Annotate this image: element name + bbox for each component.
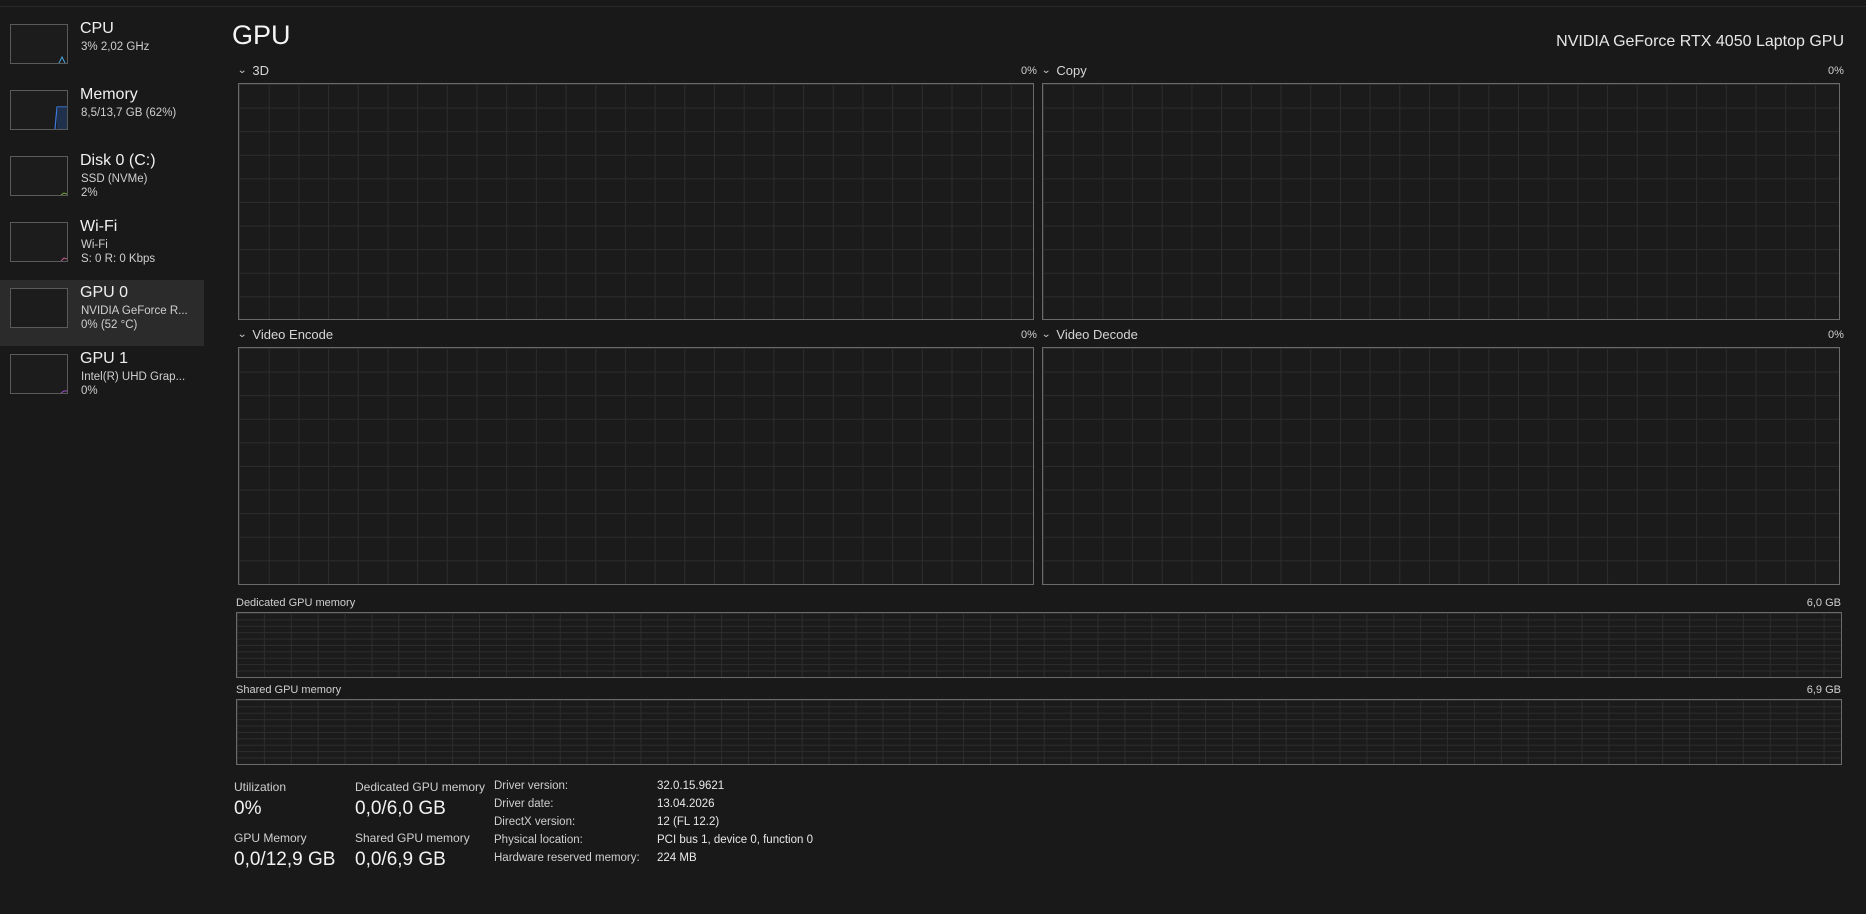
title-bar-divider — [0, 6, 1866, 7]
chevron-down-icon: ⌄ — [1041, 329, 1052, 340]
hardware-reserved-memory-value: 224 MB — [657, 852, 697, 864]
sidebar-item-subtitle: NVIDIA GeForce R... — [81, 305, 188, 317]
dedicated-memory-chart-max: 6,0 GB — [1806, 597, 1841, 609]
sidebar-item-wifi[interactable]: Wi-Fi Wi-Fi S: 0 R: 0 Kbps — [0, 214, 204, 280]
sidebar-item-title: GPU 0 — [80, 284, 129, 301]
engine-graph-3d — [238, 83, 1034, 320]
dedicated-memory-chart-label: Dedicated GPU memory — [236, 597, 356, 609]
engine-name: Copy — [1056, 63, 1087, 78]
sidebar-item-disk[interactable]: Disk 0 (C:) SSD (NVMe) 2% — [0, 148, 204, 214]
engine-percent: 0% — [1828, 329, 1844, 341]
engine-percent: 0% — [1828, 65, 1844, 77]
sidebar-item-subtitle: Wi-Fi — [81, 239, 108, 251]
shared-memory-label: Shared GPU memory — [355, 831, 470, 845]
performance-sidebar: CPU 3% 2,02 GHz Memory 8,5/13,7 GB (62%)… — [0, 16, 204, 412]
driver-version-value: 32.0.15.9621 — [657, 780, 725, 792]
utilization-value: 0% — [234, 798, 262, 819]
sidebar-item-title: Disk 0 (C:) — [80, 152, 156, 169]
driver-date-value: 13.04.2026 — [657, 798, 715, 810]
sidebar-item-subtitle: 3% 2,02 GHz — [81, 41, 150, 53]
shared-memory-graph — [236, 699, 1842, 765]
memory-thumbnail-graph — [10, 90, 68, 130]
engine-selector-3d[interactable]: ⌄ 3D — [237, 63, 270, 78]
cpu-thumbnail-graph — [10, 24, 68, 64]
dedicated-memory-label: Dedicated GPU memory — [355, 780, 486, 794]
sidebar-item-subtitle: Intel(R) UHD Grap... — [81, 371, 186, 383]
directx-version-label: DirectX version: — [494, 816, 576, 828]
gpu-memory-value: 0,0/12,9 GB — [234, 849, 336, 870]
physical-location-value: PCI bus 1, device 0, function 0 — [657, 834, 813, 846]
engine-name: 3D — [252, 63, 270, 78]
shared-memory-chart-label: Shared GPU memory — [236, 684, 342, 696]
sidebar-item-title: GPU 1 — [80, 350, 129, 367]
sidebar-item-detail: 2% — [81, 187, 98, 199]
page-title: GPU — [232, 20, 291, 50]
shared-memory-value: 0,0/6,9 GB — [355, 849, 446, 870]
engine-graph-copy — [1042, 83, 1840, 320]
gpu-memory-label: GPU Memory — [234, 831, 307, 845]
wifi-thumbnail-graph — [10, 222, 68, 262]
sidebar-item-title: Memory — [80, 86, 138, 103]
driver-date-label: Driver date: — [494, 798, 554, 810]
sidebar-item-detail: S: 0 R: 0 Kbps — [81, 253, 156, 265]
engine-selector-copy[interactable]: ⌄ Copy — [1041, 63, 1087, 78]
utilization-label: Utilization — [234, 780, 287, 794]
sidebar-item-title: Wi-Fi — [80, 218, 118, 235]
sidebar-item-subtitle: 8,5/13,7 GB (62%) — [81, 107, 177, 119]
sidebar-item-cpu[interactable]: CPU 3% 2,02 GHz — [0, 16, 204, 82]
dedicated-memory-value: 0,0/6,0 GB — [355, 798, 446, 819]
engine-graph-video-decode — [1042, 347, 1840, 585]
sidebar-item-subtitle: SSD (NVMe) — [81, 173, 148, 185]
engine-name: Video Decode — [1056, 327, 1138, 342]
physical-location-label: Physical location: — [494, 834, 583, 846]
chevron-down-icon: ⌄ — [237, 65, 248, 76]
engine-percent: 0% — [1021, 65, 1037, 77]
engine-selector-video-decode[interactable]: ⌄ Video Decode — [1041, 327, 1138, 342]
sidebar-item-detail: 0% (52 °C) — [81, 319, 138, 331]
sidebar-item-memory[interactable]: Memory 8,5/13,7 GB (62%) — [0, 82, 204, 148]
engine-percent: 0% — [1021, 329, 1037, 341]
gpu1-thumbnail-graph — [10, 354, 68, 394]
engine-selector-video-encode[interactable]: ⌄ Video Encode — [237, 327, 334, 342]
engine-name: Video Encode — [252, 327, 334, 342]
dedicated-memory-graph — [236, 612, 1842, 678]
driver-version-label: Driver version: — [494, 780, 569, 792]
directx-version-value: 12 (FL 12.2) — [657, 816, 720, 828]
hardware-reserved-memory-label: Hardware reserved memory: — [494, 852, 640, 864]
chevron-down-icon: ⌄ — [1041, 65, 1052, 76]
gpu0-thumbnail-graph — [10, 288, 68, 328]
disk-thumbnail-graph — [10, 156, 68, 196]
sidebar-item-gpu1[interactable]: GPU 1 Intel(R) UHD Grap... 0% — [0, 346, 204, 412]
gpu-model-name: NVIDIA GeForce RTX 4050 Laptop GPU — [1556, 33, 1844, 50]
engine-graph-video-encode — [238, 347, 1034, 585]
sidebar-item-detail: 0% — [81, 385, 98, 397]
shared-memory-chart-max: 6,9 GB — [1806, 684, 1841, 696]
sidebar-item-title: CPU — [80, 20, 114, 37]
sidebar-item-gpu0[interactable]: GPU 0 NVIDIA GeForce R... 0% (52 °C) — [0, 280, 204, 346]
chevron-down-icon: ⌄ — [237, 329, 248, 340]
